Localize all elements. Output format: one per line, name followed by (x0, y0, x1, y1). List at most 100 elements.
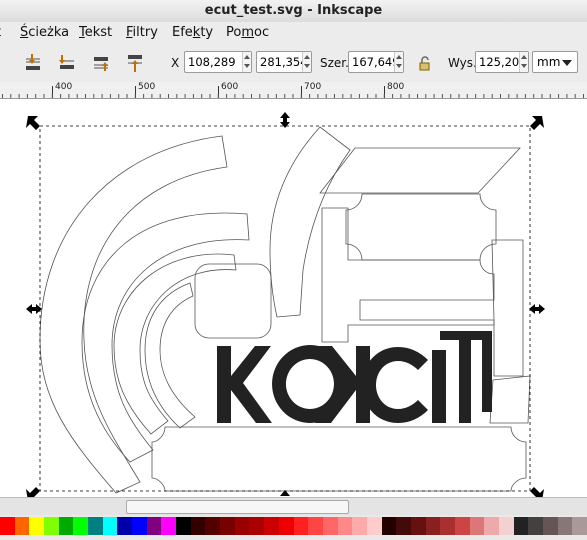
x-label: X (171, 56, 180, 70)
color-swatch[interactable] (469, 517, 485, 535)
x-spin-arrows[interactable] (242, 52, 251, 72)
color-swatch[interactable] (293, 517, 309, 535)
ruler-ticks (2, 86, 584, 98)
tool-controls-bar: X 108,289 Y 281,354 Szer. 167,649 Wys. 1… (0, 44, 587, 83)
scale-handle-nw[interactable] (26, 116, 40, 130)
x-value: 108,289 (188, 55, 236, 69)
unit-value: mm (537, 55, 561, 69)
parallelogram[interactable] (319, 147, 521, 194)
color-swatch[interactable] (249, 517, 265, 535)
color-swatch[interactable] (29, 517, 45, 535)
lock-icon[interactable] (414, 52, 436, 74)
color-swatch[interactable] (146, 517, 162, 535)
color-swatch[interactable] (190, 517, 206, 535)
raise-one-step-icon[interactable] (90, 52, 112, 74)
color-swatch[interactable] (264, 517, 280, 535)
color-swatch[interactable] (410, 517, 427, 535)
color-swatch[interactable] (308, 517, 324, 535)
menu-item-help[interactable]: Pomoc (226, 25, 269, 40)
height-spin-arrows[interactable] (519, 52, 528, 72)
ruler-label: 600 (221, 82, 239, 92)
color-swatch[interactable] (88, 517, 104, 535)
color-swatch[interactable] (513, 517, 529, 535)
color-palette (0, 515, 587, 540)
height-field[interactable]: 125,202 (475, 51, 529, 73)
scale-handle-ne[interactable] (530, 116, 544, 130)
color-swatch[interactable] (352, 517, 368, 535)
color-swatch[interactable] (161, 517, 177, 535)
color-swatch[interactable] (0, 517, 16, 535)
ticket-shape-bottom[interactable] (151, 426, 527, 492)
color-swatch[interactable] (440, 517, 456, 535)
drawing-canvas[interactable] (0, 99, 587, 497)
horizontal-ruler: 400 500 600 700 800 (0, 82, 587, 99)
color-swatch[interactable] (117, 517, 133, 535)
ticket-shape-top[interactable] (345, 193, 497, 261)
color-swatch[interactable] (454, 517, 471, 535)
color-swatch[interactable] (44, 517, 60, 535)
menu-bar: t Ścieżka Tekst Filtry Efekty Pomoc (0, 22, 587, 44)
unit-select[interactable]: mm (532, 51, 578, 73)
y-field[interactable]: 281,354 (256, 51, 312, 73)
color-swatch[interactable] (337, 517, 353, 535)
arc-segment-outer[interactable] (39, 135, 228, 494)
menu-item-text[interactable]: Tekst (79, 25, 112, 40)
color-swatch[interactable] (278, 517, 294, 535)
color-swatch[interactable] (425, 517, 441, 535)
scale-handle-e[interactable] (529, 304, 545, 314)
color-swatch[interactable] (102, 517, 118, 535)
x-field[interactable]: 108,289 (184, 51, 252, 73)
color-swatch[interactable] (381, 517, 397, 535)
color-swatch[interactable] (572, 517, 587, 535)
scale-handle-se[interactable] (530, 487, 544, 497)
scale-handle-sw[interactable] (26, 487, 40, 497)
selection-handles[interactable] (26, 112, 545, 497)
width-value: 167,649 (352, 55, 400, 69)
color-swatch[interactable] (132, 517, 148, 535)
raise-to-top-icon[interactable] (124, 52, 146, 74)
h-frame-right[interactable] (491, 239, 524, 377)
drawing[interactable] (0, 99, 587, 497)
logo-kokcit[interactable] (217, 331, 492, 423)
menu-item-edit-partial[interactable]: t (0, 25, 1, 40)
color-swatch[interactable] (220, 517, 236, 535)
color-swatch[interactable] (542, 517, 559, 535)
y-spin-arrows[interactable] (302, 52, 311, 72)
rounded-square[interactable] (194, 263, 272, 339)
small-block[interactable] (489, 375, 531, 424)
arc-segment-right[interactable] (269, 126, 351, 318)
title-bar: ecut_test.svg - Inkscape (0, 0, 587, 23)
color-swatch[interactable] (528, 517, 544, 535)
scrollbar-thumb[interactable] (126, 500, 349, 514)
color-swatch[interactable] (14, 517, 30, 535)
horizontal-scrollbar[interactable] (0, 497, 587, 515)
color-swatch[interactable] (58, 517, 74, 535)
width-spin-arrows[interactable] (394, 52, 403, 72)
ruler-label: 800 (387, 82, 405, 92)
color-swatch[interactable] (498, 517, 515, 535)
window-title: ecut_test.svg - Inkscape (204, 3, 383, 18)
chevron-down-icon (562, 60, 572, 66)
width-field[interactable]: 167,649 (348, 51, 404, 73)
lower-one-step-icon[interactable] (56, 52, 78, 74)
menu-item-filters[interactable]: Filtry (126, 25, 158, 40)
height-label: Wys. (448, 56, 477, 70)
ruler-label: 700 (304, 82, 322, 92)
color-swatch[interactable] (205, 517, 221, 535)
color-swatch[interactable] (557, 517, 573, 535)
menu-item-effects[interactable]: Efekty (172, 25, 213, 40)
color-swatch[interactable] (176, 517, 192, 535)
color-swatch[interactable] (484, 517, 500, 535)
color-swatch[interactable] (396, 517, 412, 535)
color-swatch[interactable] (322, 517, 339, 535)
color-swatch[interactable] (234, 517, 250, 535)
ruler-label: 400 (55, 82, 73, 92)
menu-item-path[interactable]: Ścieżka (20, 25, 69, 40)
color-swatch[interactable] (366, 517, 383, 535)
h-frame-left[interactable] (321, 207, 495, 343)
arc-segment-4[interactable] (144, 282, 196, 429)
y-value: 281,354 (260, 55, 308, 69)
width-label: Szer. (320, 56, 349, 70)
lower-to-bottom-icon[interactable] (22, 52, 44, 74)
color-swatch[interactable] (73, 517, 89, 535)
